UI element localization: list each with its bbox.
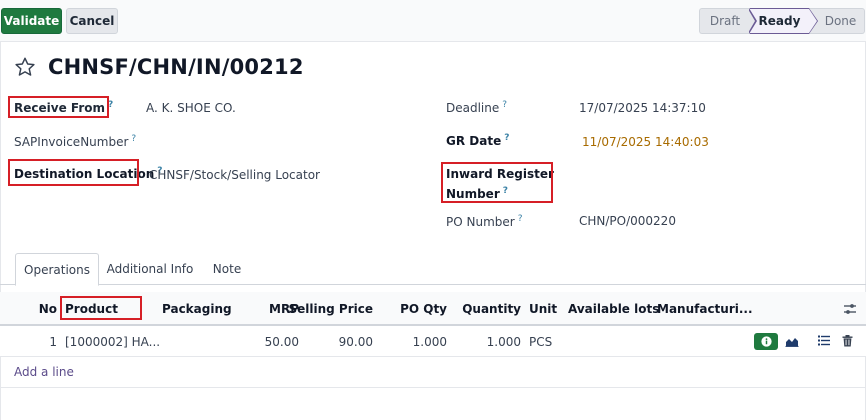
column-header-product[interactable]: Product: [65, 292, 140, 326]
cell-packaging[interactable]: [162, 326, 242, 357]
sap-invoice-label: SAPInvoiceNumber?: [14, 134, 137, 149]
inward-register-label: Inward Register Number?: [446, 167, 554, 201]
form-sheet: [0, 42, 866, 420]
notebook-tabs: Operations Additional Info Note: [0, 253, 866, 286]
tab-additional-info[interactable]: Additional Info: [105, 253, 195, 285]
cell-available-lots[interactable]: [568, 326, 648, 357]
cell-product[interactable]: [1000002] HA...: [65, 326, 160, 357]
sliders-icon[interactable]: [843, 302, 857, 316]
deadline-label: Deadline?: [446, 100, 508, 115]
sap-invoice-field[interactable]: [146, 134, 396, 150]
table-divider: [0, 387, 866, 388]
cell-po-qty[interactable]: 1.000: [390, 326, 447, 357]
help-icon[interactable]: ?: [502, 100, 507, 110]
gr-date-field[interactable]: 11/07/2025 14:40:03: [582, 135, 709, 149]
po-number-label: PO Number?: [446, 214, 523, 229]
table-header: No Product Packaging MRP Selling Price P…: [0, 292, 866, 326]
info-icon: [760, 336, 772, 347]
deadline-field[interactable]: 17/07/2025 14:37:10: [579, 101, 706, 115]
status-bar: Draft Ready Done: [699, 8, 865, 34]
trash-icon[interactable]: [842, 335, 853, 347]
column-header-selling-price[interactable]: Selling Price: [288, 292, 373, 326]
receive-from-label: Receive From?: [14, 100, 114, 115]
stage-done-label: Done: [824, 14, 857, 28]
column-header-packaging[interactable]: Packaging: [162, 292, 242, 326]
list-icon[interactable]: [818, 335, 830, 346]
record-title: CHNSF/CHN/IN/00212: [48, 55, 304, 79]
validate-button[interactable]: Validate: [1, 8, 62, 34]
column-header-unit[interactable]: Unit: [529, 292, 559, 326]
stage-draft-label: Draft: [709, 14, 741, 28]
cell-unit[interactable]: PCS: [529, 326, 559, 357]
column-header-manufacturing[interactable]: Manufacturi...: [657, 292, 753, 326]
inward-register-field[interactable]: [579, 174, 849, 190]
po-number-field[interactable]: CHN/PO/000220: [579, 214, 676, 228]
cell-quantity[interactable]: 1.000: [465, 326, 521, 357]
help-icon[interactable]: ?: [518, 214, 523, 224]
stage-draft[interactable]: Draft: [699, 8, 750, 34]
tab-note[interactable]: Note: [205, 253, 249, 285]
destination-location-label: Destination Location?: [14, 166, 163, 181]
column-header-available-lots[interactable]: Available lots: [568, 292, 659, 326]
row-info-button[interactable]: [754, 333, 778, 350]
cell-selling-price[interactable]: 90.00: [303, 326, 373, 357]
receive-from-field[interactable]: A. K. SHOE CO.: [146, 101, 236, 115]
help-icon[interactable]: ?: [503, 186, 508, 196]
column-header-po-qty[interactable]: PO Qty: [390, 292, 447, 326]
help-icon[interactable]: ?: [108, 100, 113, 110]
control-panel: Validate Cancel Draft Ready Done: [0, 0, 866, 42]
cell-mrp[interactable]: 50.00: [258, 326, 299, 357]
add-line-link[interactable]: Add a line: [14, 365, 74, 379]
area-chart-icon[interactable]: [785, 335, 799, 347]
gr-date-label: GR Date?: [446, 133, 510, 148]
table-row[interactable]: 1 [1000002] HA... 50.00 90.00 1.000 1.00…: [0, 326, 866, 357]
destination-location-field[interactable]: CHNSF/Stock/Selling Locator: [149, 168, 320, 182]
stage-ready-label: Ready: [758, 14, 801, 28]
star-outline-icon[interactable]: [14, 56, 36, 78]
column-header-no[interactable]: No: [30, 292, 57, 326]
column-header-quantity[interactable]: Quantity: [462, 292, 521, 326]
help-icon[interactable]: ?: [131, 134, 136, 144]
cell-manufacturing[interactable]: [657, 326, 737, 357]
help-icon[interactable]: ?: [504, 133, 509, 143]
cancel-button[interactable]: Cancel: [66, 8, 118, 34]
cell-no: 1: [49, 334, 57, 349]
stage-ready[interactable]: Ready: [748, 8, 818, 34]
tab-operations[interactable]: Operations: [15, 253, 99, 286]
